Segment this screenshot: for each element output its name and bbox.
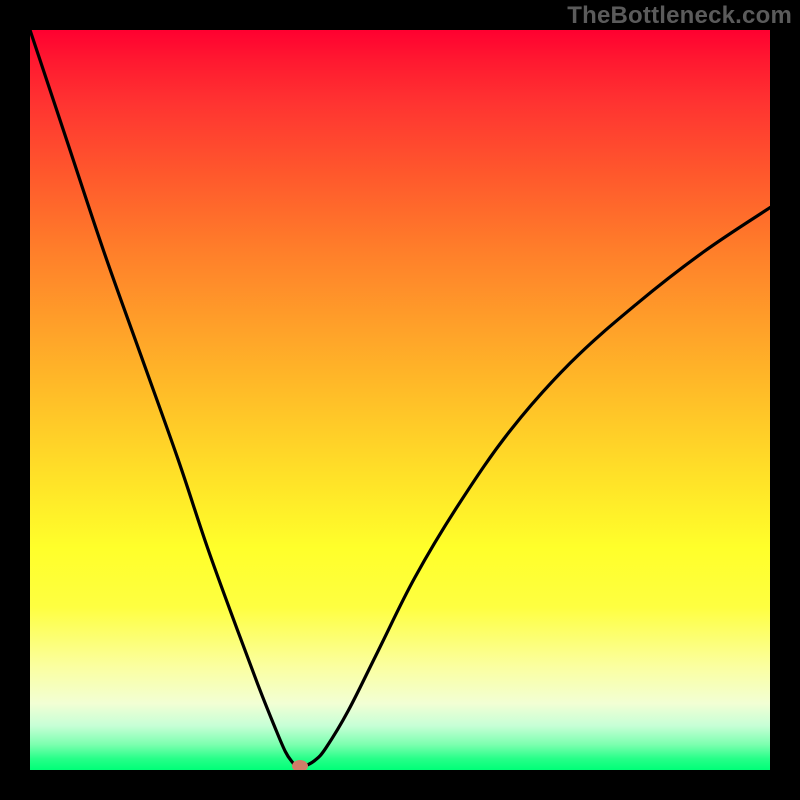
chart-stage: TheBottleneck.com <box>0 0 800 800</box>
watermark-text: TheBottleneck.com <box>567 2 792 30</box>
optimal-point-marker <box>292 760 308 770</box>
plot-area <box>30 30 770 770</box>
bottleneck-curve <box>30 30 770 767</box>
curve-svg <box>30 30 770 770</box>
